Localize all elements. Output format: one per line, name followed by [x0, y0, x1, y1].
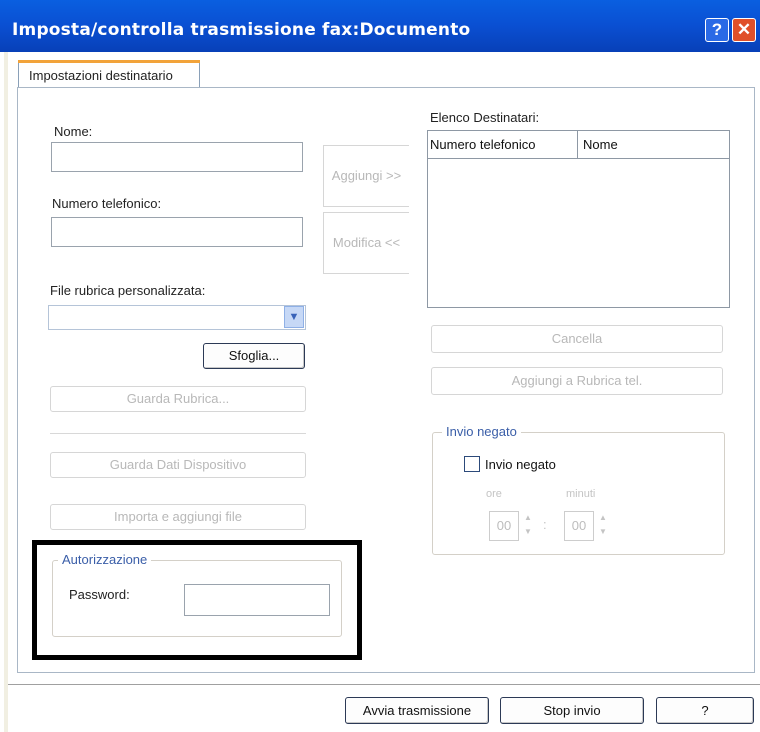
minutes-label: minuti [566, 488, 596, 500]
minutes-field[interactable]: 00 [564, 511, 594, 541]
recipients-label: Elenco Destinatari: [430, 110, 540, 125]
view-phonebook-button[interactable]: Guarda Rubrica... [50, 386, 306, 412]
phone-label: Numero telefonico: [52, 196, 162, 211]
phonebook-file-select[interactable] [48, 305, 306, 330]
tab-recipient-settings[interactable]: Impostazioni destinatario [18, 60, 200, 88]
column-header-name[interactable]: Nome [578, 131, 729, 159]
divider [50, 433, 306, 434]
window-frame-left [4, 52, 8, 732]
deny-send-checkbox-label: Invio negato [485, 457, 556, 472]
highlight-box [32, 540, 362, 660]
start-transmission-button[interactable]: Avvia trasmissione [345, 697, 489, 724]
phonebook-file-label: File rubrica personalizzata: [50, 283, 206, 298]
tab-label: Impostazioni destinatario [29, 68, 173, 83]
recipients-list[interactable]: Numero telefonico Nome [427, 130, 730, 308]
browse-button[interactable]: Sfoglia... [203, 343, 305, 369]
name-field[interactable] [51, 142, 303, 172]
help-icon[interactable]: ? [705, 18, 729, 42]
column-header-phone[interactable]: Numero telefonico [428, 131, 578, 159]
hours-spinner-icon[interactable]: ▲ ▼ [523, 511, 533, 541]
view-device-data-button[interactable]: Guarda Dati Dispositivo [50, 452, 306, 478]
deny-send-checkbox[interactable] [464, 456, 480, 472]
name-label: Nome: [54, 124, 93, 139]
phone-field[interactable] [51, 217, 303, 247]
modify-recipient-button[interactable]: Modifica << [323, 212, 409, 274]
chevron-down-icon[interactable]: ▼ [284, 306, 304, 328]
hours-field[interactable]: 00 [489, 511, 519, 541]
help-button[interactable]: ? [656, 697, 754, 724]
add-to-phonebook-button[interactable]: Aggiungi a Rubrica tel. [431, 367, 723, 395]
import-add-file-button[interactable]: Importa e aggiungi file [50, 504, 306, 530]
delete-button[interactable]: Cancella [431, 325, 723, 353]
deny-send-group-label: Invio negato [442, 424, 521, 439]
hours-label: ore [486, 488, 502, 500]
add-recipient-button[interactable]: Aggiungi >> [323, 145, 409, 207]
window-title: Imposta/controlla trasmissione fax:Docum… [12, 20, 471, 40]
close-icon[interactable]: ✕ [732, 18, 756, 42]
minutes-spinner-icon[interactable]: ▲ ▼ [598, 511, 608, 541]
title-bar: Imposta/controlla trasmissione fax:Docum… [0, 0, 760, 52]
time-separator: : [543, 517, 547, 532]
stop-send-button[interactable]: Stop invio [500, 697, 644, 724]
footer-divider [8, 684, 760, 685]
